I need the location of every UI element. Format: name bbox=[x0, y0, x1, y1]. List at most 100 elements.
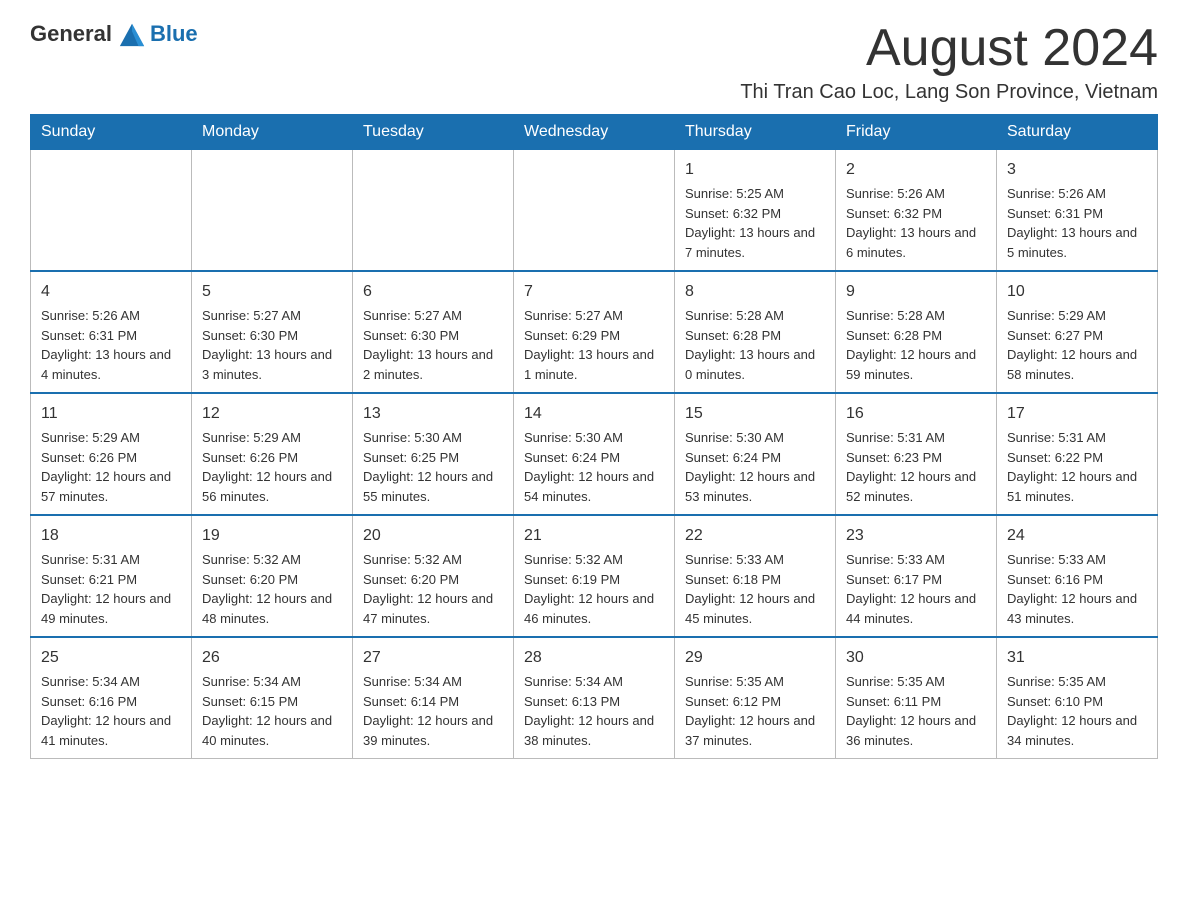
calendar-cell: 19Sunrise: 5:32 AMSunset: 6:20 PMDayligh… bbox=[192, 515, 353, 637]
day-info: Sunrise: 5:33 AMSunset: 6:16 PMDaylight:… bbox=[1007, 550, 1147, 628]
day-info: Sunrise: 5:25 AMSunset: 6:32 PMDaylight:… bbox=[685, 184, 825, 262]
day-number: 4 bbox=[41, 280, 181, 304]
day-info: Sunrise: 5:29 AMSunset: 6:26 PMDaylight:… bbox=[41, 428, 181, 506]
calendar-cell: 31Sunrise: 5:35 AMSunset: 6:10 PMDayligh… bbox=[997, 637, 1158, 759]
day-info: Sunrise: 5:29 AMSunset: 6:26 PMDaylight:… bbox=[202, 428, 342, 506]
day-number: 9 bbox=[846, 280, 986, 304]
day-number: 16 bbox=[846, 402, 986, 426]
day-info: Sunrise: 5:30 AMSunset: 6:25 PMDaylight:… bbox=[363, 428, 503, 506]
day-number: 6 bbox=[363, 280, 503, 304]
day-info: Sunrise: 5:35 AMSunset: 6:10 PMDaylight:… bbox=[1007, 672, 1147, 750]
calendar-cell: 1Sunrise: 5:25 AMSunset: 6:32 PMDaylight… bbox=[675, 150, 836, 272]
calendar-cell bbox=[192, 150, 353, 272]
page-header: General Blue August 2024 Thi Tran Cao Lo… bbox=[30, 20, 1158, 104]
day-info: Sunrise: 5:33 AMSunset: 6:17 PMDaylight:… bbox=[846, 550, 986, 628]
day-number: 23 bbox=[846, 524, 986, 548]
subtitle: Thi Tran Cao Loc, Lang Son Province, Vie… bbox=[740, 81, 1158, 104]
calendar-week-row: 4Sunrise: 5:26 AMSunset: 6:31 PMDaylight… bbox=[31, 271, 1158, 393]
day-info: Sunrise: 5:31 AMSunset: 6:21 PMDaylight:… bbox=[41, 550, 181, 628]
day-info: Sunrise: 5:29 AMSunset: 6:27 PMDaylight:… bbox=[1007, 306, 1147, 384]
logo-icon bbox=[118, 20, 146, 48]
calendar-cell: 4Sunrise: 5:26 AMSunset: 6:31 PMDaylight… bbox=[31, 271, 192, 393]
day-info: Sunrise: 5:30 AMSunset: 6:24 PMDaylight:… bbox=[685, 428, 825, 506]
day-info: Sunrise: 5:32 AMSunset: 6:19 PMDaylight:… bbox=[524, 550, 664, 628]
day-info: Sunrise: 5:31 AMSunset: 6:22 PMDaylight:… bbox=[1007, 428, 1147, 506]
calendar-table: SundayMondayTuesdayWednesdayThursdayFrid… bbox=[30, 114, 1158, 759]
logo-text-general: General bbox=[30, 21, 112, 47]
calendar-day-header: Wednesday bbox=[514, 115, 675, 150]
logo-text-blue: Blue bbox=[150, 21, 198, 47]
day-info: Sunrise: 5:34 AMSunset: 6:15 PMDaylight:… bbox=[202, 672, 342, 750]
calendar-header-row: SundayMondayTuesdayWednesdayThursdayFrid… bbox=[31, 115, 1158, 150]
calendar-cell: 9Sunrise: 5:28 AMSunset: 6:28 PMDaylight… bbox=[836, 271, 997, 393]
day-number: 10 bbox=[1007, 280, 1147, 304]
calendar-cell: 21Sunrise: 5:32 AMSunset: 6:19 PMDayligh… bbox=[514, 515, 675, 637]
day-number: 1 bbox=[685, 158, 825, 182]
calendar-week-row: 1Sunrise: 5:25 AMSunset: 6:32 PMDaylight… bbox=[31, 150, 1158, 272]
calendar-cell: 10Sunrise: 5:29 AMSunset: 6:27 PMDayligh… bbox=[997, 271, 1158, 393]
calendar-cell: 7Sunrise: 5:27 AMSunset: 6:29 PMDaylight… bbox=[514, 271, 675, 393]
calendar-cell: 25Sunrise: 5:34 AMSunset: 6:16 PMDayligh… bbox=[31, 637, 192, 759]
day-number: 22 bbox=[685, 524, 825, 548]
day-number: 28 bbox=[524, 646, 664, 670]
calendar-cell: 23Sunrise: 5:33 AMSunset: 6:17 PMDayligh… bbox=[836, 515, 997, 637]
calendar-cell: 22Sunrise: 5:33 AMSunset: 6:18 PMDayligh… bbox=[675, 515, 836, 637]
day-info: Sunrise: 5:27 AMSunset: 6:30 PMDaylight:… bbox=[202, 306, 342, 384]
calendar-cell: 8Sunrise: 5:28 AMSunset: 6:28 PMDaylight… bbox=[675, 271, 836, 393]
day-info: Sunrise: 5:31 AMSunset: 6:23 PMDaylight:… bbox=[846, 428, 986, 506]
calendar-cell bbox=[353, 150, 514, 272]
day-info: Sunrise: 5:26 AMSunset: 6:32 PMDaylight:… bbox=[846, 184, 986, 262]
day-number: 7 bbox=[524, 280, 664, 304]
day-number: 15 bbox=[685, 402, 825, 426]
calendar-cell: 16Sunrise: 5:31 AMSunset: 6:23 PMDayligh… bbox=[836, 393, 997, 515]
calendar-cell: 20Sunrise: 5:32 AMSunset: 6:20 PMDayligh… bbox=[353, 515, 514, 637]
calendar-cell: 11Sunrise: 5:29 AMSunset: 6:26 PMDayligh… bbox=[31, 393, 192, 515]
calendar-day-header: Saturday bbox=[997, 115, 1158, 150]
day-number: 24 bbox=[1007, 524, 1147, 548]
calendar-cell: 17Sunrise: 5:31 AMSunset: 6:22 PMDayligh… bbox=[997, 393, 1158, 515]
day-info: Sunrise: 5:28 AMSunset: 6:28 PMDaylight:… bbox=[846, 306, 986, 384]
day-number: 19 bbox=[202, 524, 342, 548]
day-number: 27 bbox=[363, 646, 503, 670]
calendar-day-header: Thursday bbox=[675, 115, 836, 150]
day-number: 17 bbox=[1007, 402, 1147, 426]
calendar-cell: 3Sunrise: 5:26 AMSunset: 6:31 PMDaylight… bbox=[997, 150, 1158, 272]
day-number: 29 bbox=[685, 646, 825, 670]
day-info: Sunrise: 5:32 AMSunset: 6:20 PMDaylight:… bbox=[363, 550, 503, 628]
calendar-cell: 27Sunrise: 5:34 AMSunset: 6:14 PMDayligh… bbox=[353, 637, 514, 759]
calendar-cell bbox=[514, 150, 675, 272]
calendar-cell: 15Sunrise: 5:30 AMSunset: 6:24 PMDayligh… bbox=[675, 393, 836, 515]
day-number: 21 bbox=[524, 524, 664, 548]
day-number: 3 bbox=[1007, 158, 1147, 182]
calendar-cell: 29Sunrise: 5:35 AMSunset: 6:12 PMDayligh… bbox=[675, 637, 836, 759]
calendar-cell: 6Sunrise: 5:27 AMSunset: 6:30 PMDaylight… bbox=[353, 271, 514, 393]
day-info: Sunrise: 5:34 AMSunset: 6:13 PMDaylight:… bbox=[524, 672, 664, 750]
calendar-cell: 30Sunrise: 5:35 AMSunset: 6:11 PMDayligh… bbox=[836, 637, 997, 759]
day-info: Sunrise: 5:32 AMSunset: 6:20 PMDaylight:… bbox=[202, 550, 342, 628]
day-number: 14 bbox=[524, 402, 664, 426]
day-info: Sunrise: 5:33 AMSunset: 6:18 PMDaylight:… bbox=[685, 550, 825, 628]
day-number: 12 bbox=[202, 402, 342, 426]
calendar-day-header: Sunday bbox=[31, 115, 192, 150]
calendar-cell: 26Sunrise: 5:34 AMSunset: 6:15 PMDayligh… bbox=[192, 637, 353, 759]
day-number: 18 bbox=[41, 524, 181, 548]
day-info: Sunrise: 5:26 AMSunset: 6:31 PMDaylight:… bbox=[1007, 184, 1147, 262]
calendar-cell bbox=[31, 150, 192, 272]
day-info: Sunrise: 5:34 AMSunset: 6:14 PMDaylight:… bbox=[363, 672, 503, 750]
day-info: Sunrise: 5:35 AMSunset: 6:11 PMDaylight:… bbox=[846, 672, 986, 750]
day-number: 5 bbox=[202, 280, 342, 304]
day-number: 26 bbox=[202, 646, 342, 670]
calendar-week-row: 18Sunrise: 5:31 AMSunset: 6:21 PMDayligh… bbox=[31, 515, 1158, 637]
day-info: Sunrise: 5:27 AMSunset: 6:30 PMDaylight:… bbox=[363, 306, 503, 384]
calendar-cell: 18Sunrise: 5:31 AMSunset: 6:21 PMDayligh… bbox=[31, 515, 192, 637]
day-info: Sunrise: 5:35 AMSunset: 6:12 PMDaylight:… bbox=[685, 672, 825, 750]
day-number: 13 bbox=[363, 402, 503, 426]
day-info: Sunrise: 5:27 AMSunset: 6:29 PMDaylight:… bbox=[524, 306, 664, 384]
calendar-cell: 24Sunrise: 5:33 AMSunset: 6:16 PMDayligh… bbox=[997, 515, 1158, 637]
calendar-cell: 14Sunrise: 5:30 AMSunset: 6:24 PMDayligh… bbox=[514, 393, 675, 515]
day-number: 2 bbox=[846, 158, 986, 182]
day-number: 25 bbox=[41, 646, 181, 670]
day-number: 8 bbox=[685, 280, 825, 304]
calendar-day-header: Monday bbox=[192, 115, 353, 150]
day-number: 11 bbox=[41, 402, 181, 426]
